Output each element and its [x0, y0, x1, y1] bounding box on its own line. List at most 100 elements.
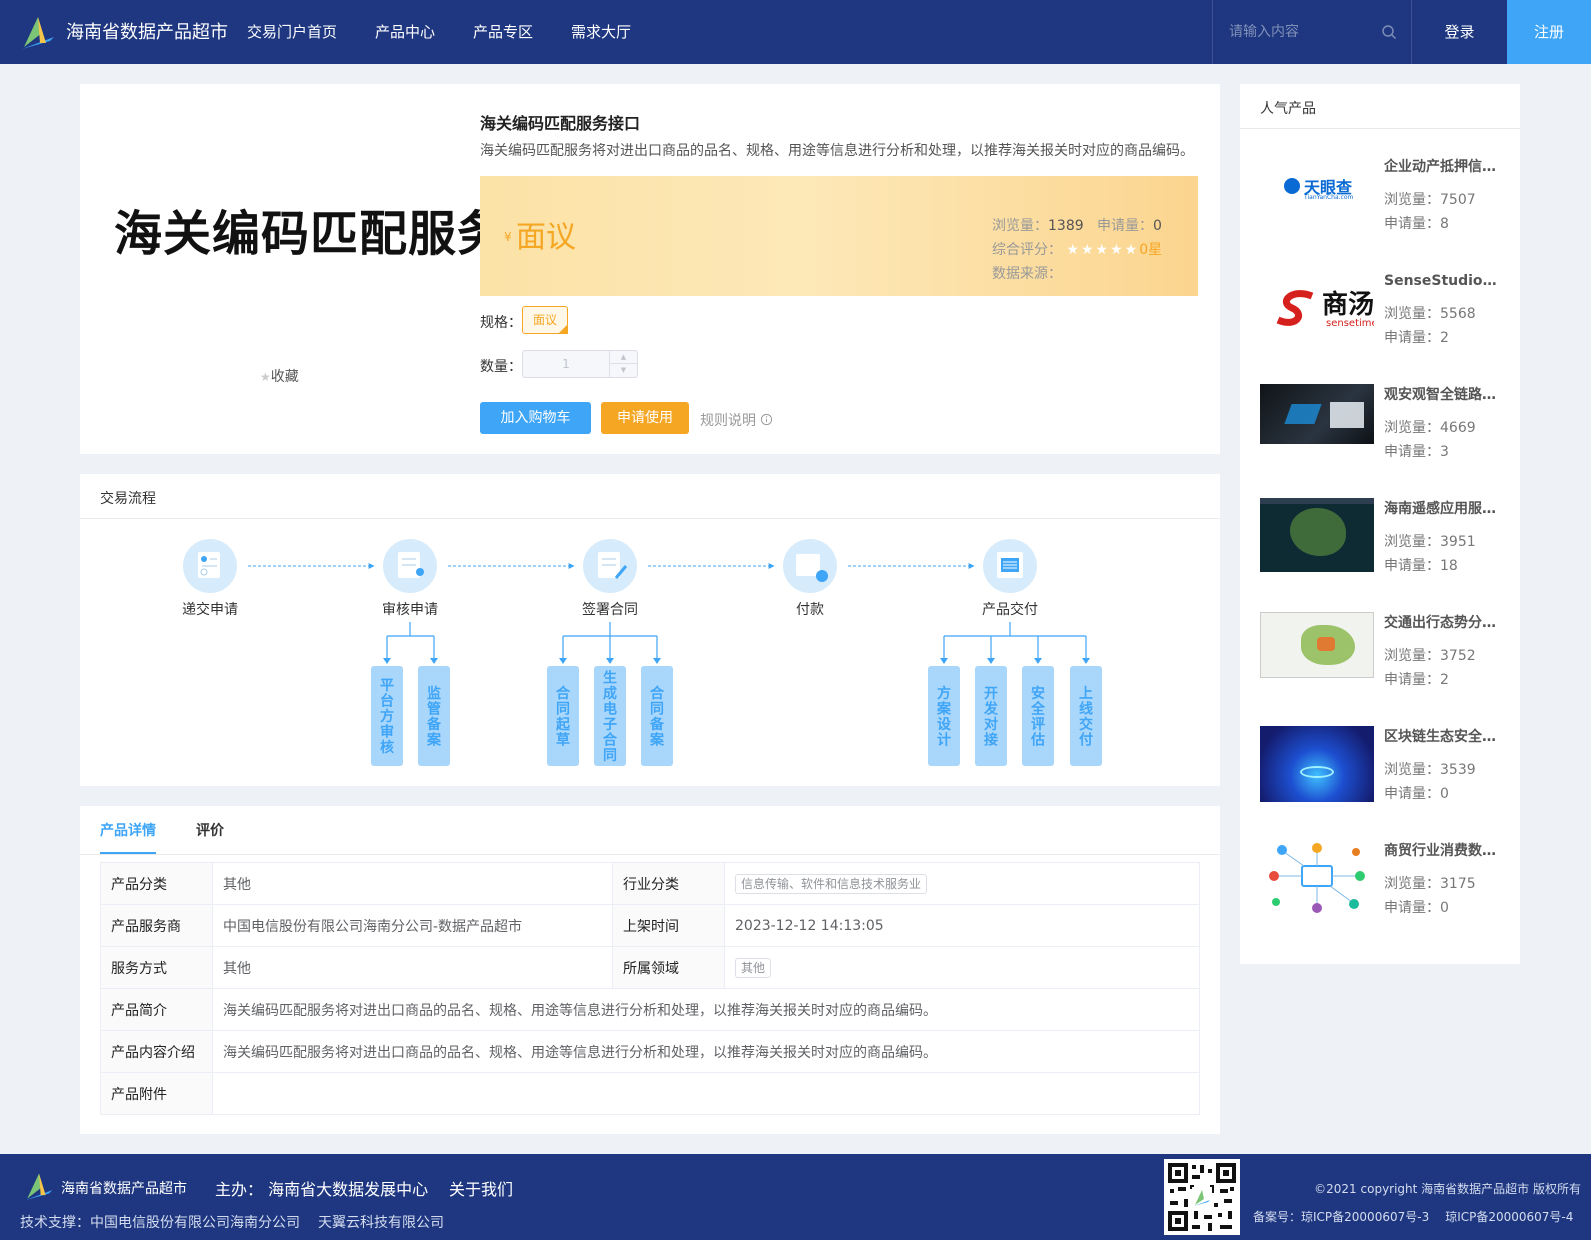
search-icon[interactable] — [1381, 24, 1397, 40]
popular-item[interactable]: 交通出行态势分析服务 浏览量：3752 申请量：2 — [1260, 612, 1504, 712]
thumb-logo-sub: sensetime — [1326, 318, 1374, 329]
divider — [80, 854, 1220, 855]
nav-product-zone[interactable]: 产品专区 — [473, 0, 533, 64]
popular-item[interactable]: 观安观智全链路数据安全 浏览量：4669 申请量：3 — [1260, 384, 1504, 484]
table-row: 产品简介 海关编码匹配服务将对进出口商品的品名、规格、用途等信息进行分析和处理，… — [100, 988, 1200, 1031]
site-logo-icon[interactable] — [20, 13, 56, 51]
site-brand[interactable]: 海南省数据产品超市 — [66, 18, 228, 44]
thumbnail-dashboard — [1260, 384, 1374, 444]
table-value: 信息传输、软件和信息技术服务业 — [724, 862, 1200, 905]
footer-host: 主办： 海南省大数据发展中心 — [215, 1180, 429, 1199]
table-row: 产品服务商 中国电信股份有限公司海南分公司-数据产品超市 上架时间 2023-1… — [100, 904, 1200, 947]
increase-icon[interactable]: ▲ — [610, 351, 637, 364]
footer: 海南省数据产品超市 主办： 海南省大数据发展中心 关于我们 技术支撑：中国电信股… — [0, 1154, 1591, 1240]
item-views: 浏览量：3539 — [1384, 762, 1476, 778]
item-applies: 申请量：18 — [1384, 558, 1458, 574]
rules-label: 规则说明 — [700, 413, 756, 429]
step-contract: 签署合同 — [582, 539, 638, 618]
popular-item[interactable]: 商汤 sensetime SenseStudio人工智能平台 浏览量：5568 … — [1260, 270, 1504, 370]
applies-count: 0 — [1153, 218, 1162, 234]
icp-record-1[interactable]: 备案号：琼ICP备20000607号-3 — [1253, 1210, 1429, 1224]
popular-item[interactable]: 区块链生态安全服务 浏览量：3539 申请量：0 — [1260, 726, 1504, 826]
add-to-cart-button[interactable]: 加入购物车 — [480, 402, 591, 434]
table-value: 其他 — [212, 946, 613, 989]
industry-tag: 信息传输、软件和信息技术服务业 — [735, 873, 928, 894]
step-delivery: 产品交付 — [982, 539, 1038, 618]
spec-option-label: 面议 — [532, 313, 557, 327]
item-name: 交通出行态势分析服务 — [1384, 615, 1504, 631]
step-label: 审核申请 — [382, 602, 438, 618]
item-views: 浏览量：7507 — [1384, 192, 1476, 208]
sub-step: 合同备案 — [649, 685, 665, 749]
network-graph-icon — [1269, 843, 1365, 913]
step-label: 产品交付 — [982, 601, 1038, 618]
about-us-link[interactable]: 关于我们 — [449, 1176, 513, 1200]
item-applies: 申请量：2 — [1384, 330, 1449, 346]
sub-step: 合同起草 — [555, 685, 571, 749]
quantity-input[interactable] — [523, 351, 609, 377]
currency-symbol: ¥ — [504, 230, 512, 244]
views-count: 1389 — [1048, 218, 1084, 234]
decrease-icon[interactable]: ▼ — [610, 364, 637, 377]
popular-item[interactable]: 商贸行业消费数据服务 浏览量：3175 申请量：0 — [1260, 840, 1504, 940]
product-stats: 浏览量：1389 申请量：0 综合评分： ★★★★★0星 数据来源： — [992, 214, 1162, 286]
table-key: 行业分类 — [612, 862, 725, 905]
footer-tech-support: 技术支撑：中国电信股份有限公司海南分公司 天翼云科技有限公司 — [20, 1212, 462, 1232]
detail-table: 产品分类 其他 行业分类 信息传输、软件和信息技术服务业 产品服务商 中国电信股… — [100, 862, 1200, 1115]
tab-product-detail[interactable]: 产品详情 — [100, 820, 156, 854]
step-audit: 审核申请 — [382, 539, 438, 618]
product-description: 海关编码匹配服务将对进出口商品的品名、规格、用途等信息进行分析和处理，以推荐海关… — [480, 143, 1194, 159]
selected-check-icon — [558, 324, 568, 334]
table-row: 产品附件 — [100, 1072, 1200, 1115]
thumbnail-network — [1260, 840, 1374, 916]
table-value: 其他 — [724, 946, 1200, 989]
step-label: 付款 — [796, 602, 824, 618]
info-icon — [761, 413, 773, 426]
icp-record-2[interactable]: 琼ICP备20000607号-4 — [1445, 1210, 1573, 1224]
table-row: 产品内容介绍 海关编码匹配服务将对进出口商品的品名、规格、用途等信息进行分析和处… — [100, 1030, 1200, 1073]
flow-diagram: 递交申请 审核申请 签署合同 付款 产品交付 平台方审核 监管备案 合同起草 生… — [182, 539, 1102, 766]
price-panel: ¥ 面议 浏览量：1389 申请量：0 综合评分： ★★★★★0星 数据来源： — [480, 176, 1198, 296]
thumbnail-traffic-map — [1260, 612, 1374, 678]
product-title: 海关编码匹配服务接口 — [480, 114, 641, 133]
step-submit: 递交申请 — [182, 539, 238, 618]
step-label: 递交申请 — [182, 601, 238, 618]
register-button[interactable]: 注册 — [1507, 0, 1591, 64]
favorite-button[interactable]: ★收藏 — [260, 366, 299, 386]
table-key: 产品内容介绍 — [100, 1030, 213, 1073]
table-key: 产品附件 — [100, 1072, 213, 1115]
popular-products: 人气产品 天眼查 TianYanCha.com 企业动产抵押信息查询 浏览量：7… — [1240, 84, 1520, 964]
domain-tag: 其他 — [735, 957, 772, 978]
table-key: 上架时间 — [612, 904, 725, 947]
sub-step: 方案设计 — [936, 685, 952, 749]
spec-option[interactable]: 面议 — [522, 306, 568, 334]
applies-label: 申请量： — [1097, 218, 1153, 234]
rules-link[interactable]: 规则说明 — [700, 410, 773, 430]
item-name: SenseStudio人工智能平台 — [1384, 273, 1504, 289]
apply-use-button[interactable]: 申请使用 — [601, 402, 689, 434]
item-views: 浏览量：3752 — [1384, 648, 1476, 664]
rating-label: 综合评分： — [992, 242, 1062, 258]
login-button[interactable]: 登录 — [1412, 0, 1507, 64]
table-value: 海关编码匹配服务将对进出口商品的品名、规格、用途等信息进行分析和处理，以推荐海关… — [212, 988, 1200, 1031]
nav-product-center[interactable]: 产品中心 — [375, 0, 435, 64]
star-icon: ★ — [260, 370, 271, 384]
item-name: 企业动产抵押信息查询 — [1384, 159, 1504, 175]
table-row: 产品分类 其他 行业分类 信息传输、软件和信息技术服务业 — [100, 862, 1200, 905]
search-input[interactable] — [1229, 20, 1369, 44]
rating-stars-icon: ★★★★★ — [1066, 242, 1140, 258]
tab-review[interactable]: 评价 — [196, 820, 224, 840]
nav-home[interactable]: 交易门户首页 — [247, 0, 337, 64]
table-key: 产品分类 — [100, 862, 213, 905]
sidebar-title: 人气产品 — [1260, 101, 1316, 117]
item-views: 浏览量：3175 — [1384, 876, 1476, 892]
nav-demand-hall[interactable]: 需求大厅 — [571, 0, 631, 64]
icp-records: 备案号：琼ICP备20000607号-3 琼ICP备20000607号-4 — [1253, 1208, 1589, 1225]
footer-brand: 海南省数据产品超市 — [61, 1181, 187, 1197]
item-name: 海南遥感应用服务平台 — [1384, 501, 1504, 517]
sub-step: 安全评估 — [1030, 685, 1046, 749]
product-summary: 海关编码匹配服务 ★收藏 海关编码匹配服务接口 海关编码匹配服务将对进出口商品的… — [80, 84, 1220, 454]
popular-item[interactable]: 海南遥感应用服务平台 浏览量：3951 申请量：18 — [1260, 498, 1504, 598]
item-applies: 申请量：3 — [1384, 444, 1449, 460]
popular-item[interactable]: 天眼查 TianYanCha.com 企业动产抵押信息查询 浏览量：7507 申… — [1260, 156, 1504, 256]
